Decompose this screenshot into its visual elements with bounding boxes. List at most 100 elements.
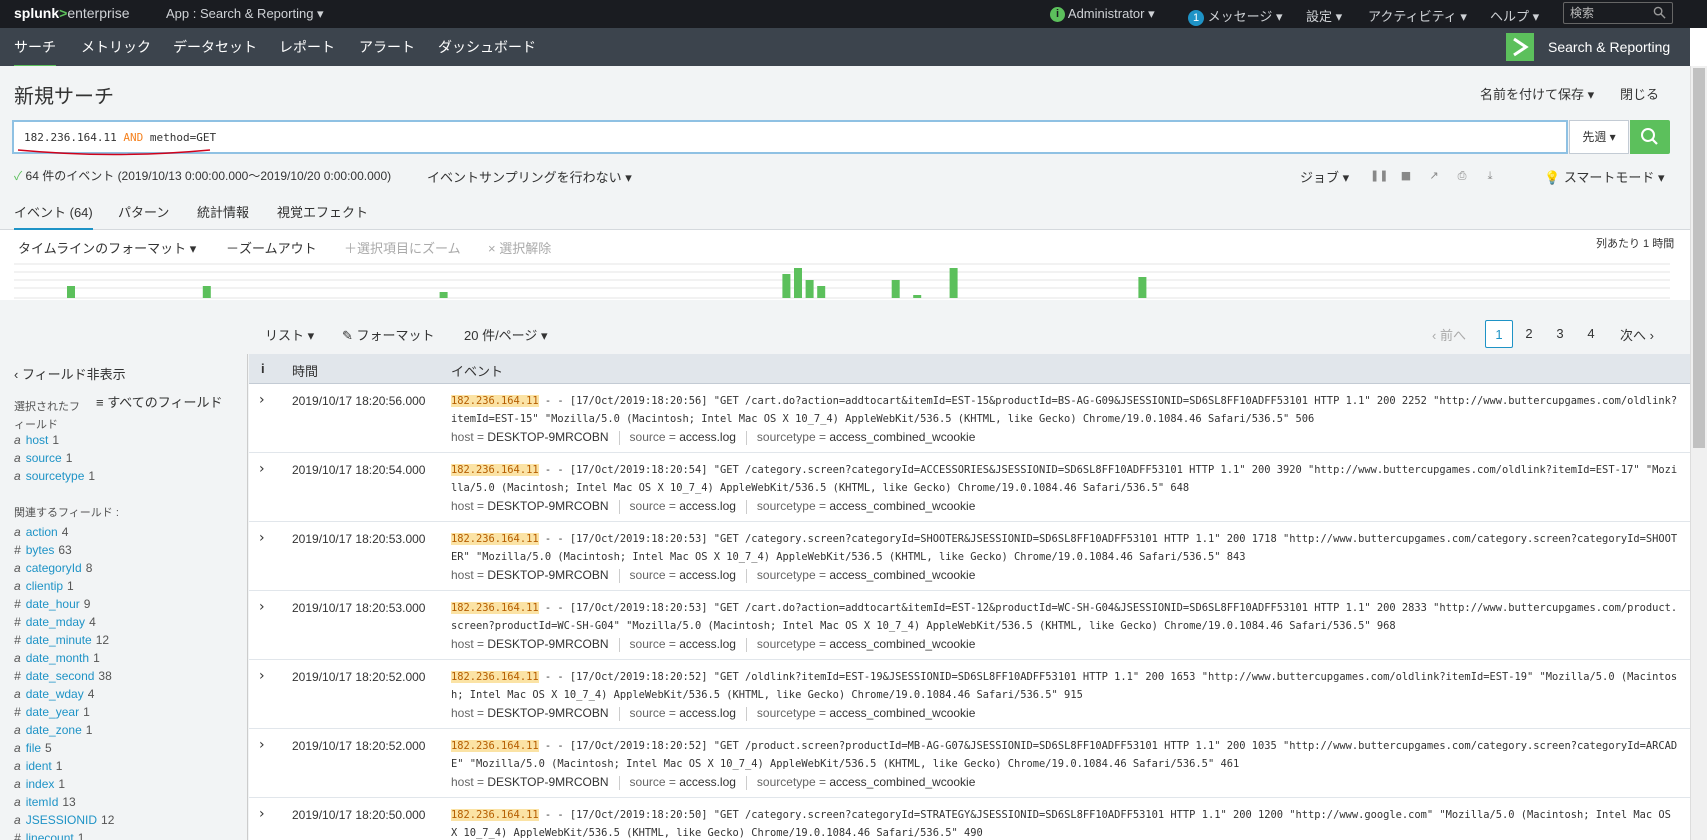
sidebar-field[interactable]: # date_second 38 [14, 669, 112, 683]
stop-icon[interactable]: ■ [1398, 169, 1414, 183]
timeline-histogram[interactable] [14, 260, 1670, 300]
save-as-button[interactable]: 名前を付けて保存 ▾ [1480, 84, 1594, 103]
splunk-logo[interactable]: splunk>enterprise [14, 5, 130, 21]
highlighted-ip[interactable]: 182.236.164.11 [451, 740, 539, 752]
meta-sourcetype-value[interactable]: access_combined_wcookie [829, 775, 975, 789]
page-1-button[interactable]: 1 [1485, 320, 1513, 348]
sidebar-field[interactable]: a host 1 [14, 433, 59, 447]
expand-chevron-icon[interactable]: › [259, 461, 265, 477]
highlighted-ip[interactable]: 182.236.164.11 [451, 464, 539, 476]
messages-menu[interactable]: 1 メッセージ ▾ [1188, 6, 1283, 26]
page-4-button[interactable]: 4 [1577, 320, 1605, 348]
search-icon[interactable] [1653, 6, 1666, 19]
timeline-bar[interactable] [949, 268, 958, 298]
all-fields-button[interactable]: ≡ すべてのフィールド [96, 392, 223, 411]
highlighted-ip[interactable]: 182.236.164.11 [451, 533, 539, 545]
sidebar-field[interactable]: a file 5 [14, 741, 52, 755]
zoom-to-selection-button[interactable]: ＋選択項目にズーム [344, 238, 461, 257]
hide-fields-button[interactable]: ‹ フィールド非表示 [14, 364, 126, 383]
tab-patterns[interactable]: パターン [118, 202, 169, 221]
app-icon[interactable] [1506, 33, 1534, 61]
deselect-button[interactable]: × 選択解除 [488, 238, 551, 257]
sidebar-field[interactable]: a ident 1 [14, 759, 62, 773]
highlighted-ip[interactable]: 182.236.164.11 [451, 671, 539, 683]
meta-host-value[interactable]: DESKTOP-9MRCOBN [487, 706, 608, 720]
expand-chevron-icon[interactable]: › [259, 737, 265, 753]
nav-alerts[interactable]: アラート [359, 37, 415, 57]
meta-sourcetype-value[interactable]: access_combined_wcookie [829, 568, 975, 582]
meta-source-value[interactable]: access.log [679, 430, 736, 444]
meta-sourcetype-value[interactable]: access_combined_wcookie [829, 499, 975, 513]
timeline-bar[interactable] [782, 274, 791, 298]
page-scrollbar[interactable] [1690, 66, 1707, 840]
search-mode-dropdown[interactable]: 💡 スマートモード ▾ [1544, 167, 1665, 186]
nav-metrics[interactable]: メトリック [81, 37, 151, 57]
sidebar-field[interactable]: a date_wday 4 [14, 687, 94, 701]
meta-sourcetype-value[interactable]: access_combined_wcookie [829, 637, 975, 651]
format-menu[interactable]: ✎ フォーマット [342, 325, 435, 344]
timeline-bar[interactable] [794, 268, 802, 298]
col-time-header[interactable]: 時間 [292, 361, 318, 380]
per-page-menu[interactable]: 20 件/ページ ▾ [464, 325, 548, 344]
sidebar-field[interactable]: a sourcetype 1 [14, 469, 95, 483]
meta-source-value[interactable]: access.log [679, 637, 736, 651]
sidebar-field[interactable]: a categoryId 8 [14, 561, 92, 575]
sidebar-field[interactable]: a itemId 13 [14, 795, 76, 809]
meta-host-value[interactable]: DESKTOP-9MRCOBN [487, 568, 608, 582]
meta-source-value[interactable]: access.log [679, 775, 736, 789]
sidebar-field[interactable]: # date_hour 9 [14, 597, 90, 611]
sidebar-field[interactable]: a clientip 1 [14, 579, 74, 593]
timeline-bar[interactable] [439, 292, 448, 298]
nav-search[interactable]: サーチ [14, 37, 56, 68]
tab-visualization[interactable]: 視覚エフェクト [277, 202, 368, 221]
sidebar-field[interactable]: a source 1 [14, 451, 72, 465]
highlighted-ip[interactable]: 182.236.164.11 [451, 395, 539, 407]
meta-sourcetype-value[interactable]: access_combined_wcookie [829, 430, 975, 444]
app-selector[interactable]: App : Search & Reporting ▾ [166, 6, 324, 22]
highlighted-ip[interactable]: 182.236.164.11 [451, 602, 539, 614]
nav-reports[interactable]: レポート [279, 37, 335, 57]
search-button[interactable] [1630, 120, 1670, 154]
share-icon[interactable]: ↗ [1426, 169, 1442, 183]
expand-chevron-icon[interactable]: › [259, 668, 265, 684]
meta-source-value[interactable]: access.log [679, 499, 736, 513]
time-range-picker[interactable]: 先週 ▾ [1569, 120, 1629, 154]
sidebar-field[interactable]: # linecount 1 [14, 831, 84, 840]
expand-chevron-icon[interactable]: › [259, 392, 265, 408]
help-menu[interactable]: ヘルプ ▾ [1490, 6, 1539, 25]
prev-page-button[interactable]: ‹ 前へ [1432, 325, 1466, 344]
job-menu[interactable]: ジョブ ▾ [1300, 167, 1349, 186]
export-icon[interactable]: ⤓ [1482, 169, 1498, 183]
sidebar-field[interactable]: # date_mday 4 [14, 615, 96, 629]
expand-chevron-icon[interactable]: › [259, 599, 265, 615]
page-2-button[interactable]: 2 [1515, 320, 1543, 348]
search-query-input[interactable]: 182.236.164.11 AND method=GET [12, 120, 1568, 154]
sidebar-field[interactable]: # bytes 63 [14, 543, 72, 557]
pause-icon[interactable]: ❚❚ [1370, 169, 1388, 183]
timeline-bar[interactable] [67, 286, 75, 298]
timeline-bar[interactable] [891, 280, 900, 298]
expand-chevron-icon[interactable]: › [259, 806, 265, 822]
sidebar-field[interactable]: # date_minute 12 [14, 633, 109, 647]
sidebar-field[interactable]: a date_month 1 [14, 651, 100, 665]
tab-events[interactable]: イベント (64) [14, 202, 93, 231]
timeline-bar[interactable] [817, 286, 826, 298]
meta-sourcetype-value[interactable]: access_combined_wcookie [829, 706, 975, 720]
timeline-bar[interactable] [1138, 277, 1147, 298]
sidebar-field[interactable]: a date_zone 1 [14, 723, 92, 737]
sampling-dropdown[interactable]: イベントサンプリングを行わない ▾ [427, 167, 632, 186]
timeline-bar[interactable] [202, 286, 211, 298]
meta-source-value[interactable]: access.log [679, 568, 736, 582]
meta-host-value[interactable]: DESKTOP-9MRCOBN [487, 499, 608, 513]
timeline-bar[interactable] [913, 295, 922, 298]
page-3-button[interactable]: 3 [1546, 320, 1574, 348]
sidebar-field[interactable]: a index 1 [14, 777, 65, 791]
meta-host-value[interactable]: DESKTOP-9MRCOBN [487, 430, 608, 444]
close-button[interactable]: 閉じる [1620, 84, 1659, 103]
top-search-input[interactable] [1564, 3, 1650, 23]
highlighted-ip[interactable]: 182.236.164.11 [451, 809, 539, 821]
list-view-menu[interactable]: リスト ▾ [265, 325, 314, 344]
scrollbar-thumb[interactable] [1693, 68, 1705, 448]
meta-source-value[interactable]: access.log [679, 706, 736, 720]
print-icon[interactable]: ⎙ [1454, 169, 1470, 183]
